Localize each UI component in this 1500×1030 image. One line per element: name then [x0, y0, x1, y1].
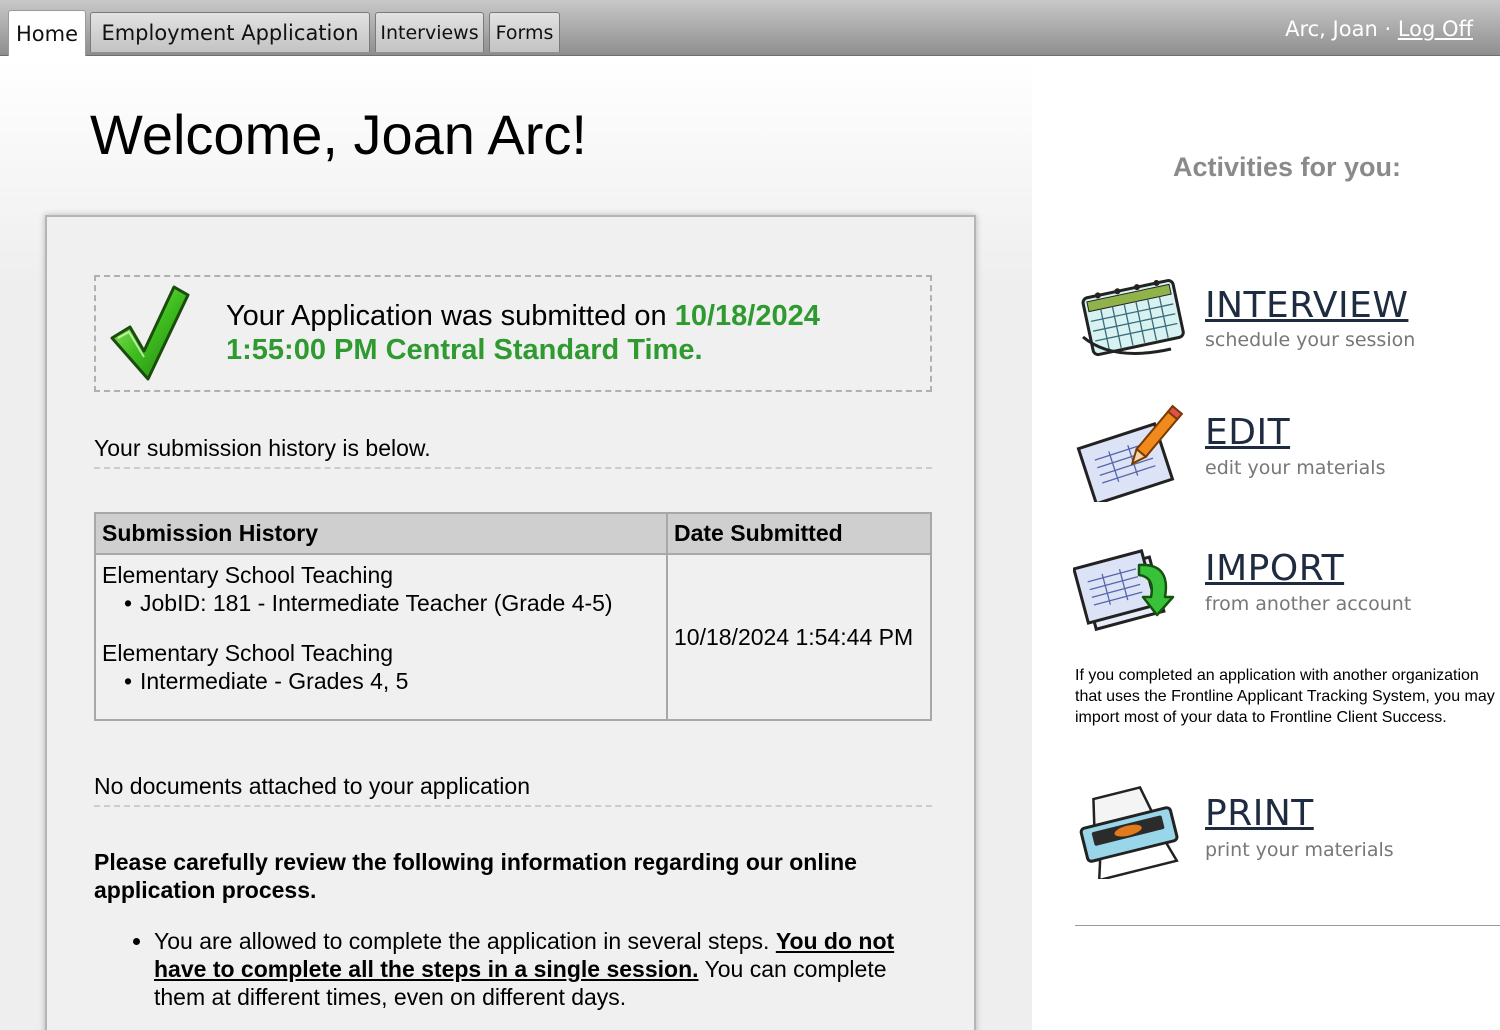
- review-list: You are allowed to complete the applicat…: [154, 927, 934, 1011]
- calendar-icon: [1081, 279, 1185, 357]
- application-status-panel: Your Application was submitted on 10/18/…: [45, 215, 976, 1030]
- checkmark-icon: [110, 285, 190, 381]
- import-note: If you completed an application with ano…: [1075, 667, 1495, 726]
- job-group: Elementary School Teaching Intermediate …: [102, 639, 660, 695]
- activity-subtitle: print your materials: [1205, 839, 1394, 861]
- divider: [1075, 925, 1500, 926]
- user-separator: ·: [1384, 17, 1392, 41]
- column-header-date-submitted: Date Submitted: [666, 512, 932, 555]
- submission-message: Your Application was submitted on 10/18/…: [226, 299, 916, 367]
- job-category: Elementary School Teaching: [102, 640, 394, 666]
- log-off-link[interactable]: Log Off: [1398, 17, 1473, 41]
- top-navigation-bar: Home Employment Application Interviews F…: [0, 0, 1500, 56]
- submission-history-table: Submission History Date Submitted Elemen…: [94, 512, 932, 721]
- activities-title: Activities for you:: [1172, 152, 1402, 182]
- activity-subtitle: from another account: [1205, 593, 1412, 615]
- table-header-row: Submission History Date Submitted: [94, 512, 932, 555]
- activity-label[interactable]: IMPORT: [1205, 548, 1344, 589]
- submission-details-cell: Elementary School Teaching JobID: 181 - …: [94, 553, 668, 721]
- pencil-document-icon: [1076, 404, 1184, 502]
- table-row: Elementary School Teaching JobID: 181 - …: [94, 553, 932, 721]
- tab-employment-application[interactable]: Employment Application: [90, 12, 370, 52]
- list-item: You are allowed to complete the applicat…: [154, 927, 934, 1011]
- date-submitted-cell: 10/18/2024 1:54:44 PM: [666, 553, 932, 721]
- column-header-submission-history: Submission History: [94, 512, 668, 555]
- activity-edit[interactable]: EDIT edit your materials: [1073, 402, 1493, 502]
- review-heading: Please carefully review the following in…: [94, 849, 857, 903]
- import-documents-icon: [1073, 549, 1175, 632]
- main-content: Welcome, Joan Arc! Your Application was …: [0, 57, 1032, 1030]
- submission-prefix: Your Application was submitted on: [226, 300, 667, 332]
- tab-home[interactable]: Home: [8, 10, 86, 56]
- history-note: Your submission history is below.: [94, 435, 932, 469]
- activity-subtitle: schedule your session: [1205, 329, 1416, 351]
- activity-import[interactable]: IMPORT from another account: [1073, 535, 1493, 635]
- job-category: Elementary School Teaching: [102, 562, 394, 588]
- activity-subtitle: edit your materials: [1205, 457, 1386, 479]
- user-area: Arc, Joan · Log Off: [1285, 17, 1473, 41]
- tab-forms[interactable]: Forms: [489, 12, 560, 52]
- job-detail: JobID: 181 - Intermediate Teacher (Grade…: [102, 589, 660, 617]
- activity-label[interactable]: EDIT: [1205, 412, 1290, 453]
- printer-icon: [1079, 785, 1179, 879]
- submission-confirmation-box: Your Application was submitted on 10/18/…: [94, 275, 932, 392]
- tab-interviews[interactable]: Interviews: [375, 12, 484, 52]
- activities-sidebar: Activities for you: INTERVIEW schedule y…: [1033, 57, 1500, 1030]
- activity-label[interactable]: PRINT: [1205, 793, 1314, 834]
- user-name: Arc, Joan: [1285, 17, 1378, 41]
- activity-interview[interactable]: INTERVIEW schedule your session: [1073, 267, 1493, 367]
- no-documents-note: No documents attached to your applicatio…: [94, 773, 932, 807]
- welcome-heading: Welcome, Joan Arc!: [90, 103, 587, 166]
- job-detail: Intermediate - Grades 4, 5: [102, 667, 660, 695]
- activity-print[interactable]: PRINT print your materials: [1073, 779, 1493, 879]
- job-group: Elementary School Teaching JobID: 181 - …: [102, 561, 660, 617]
- activity-label[interactable]: INTERVIEW: [1205, 285, 1408, 326]
